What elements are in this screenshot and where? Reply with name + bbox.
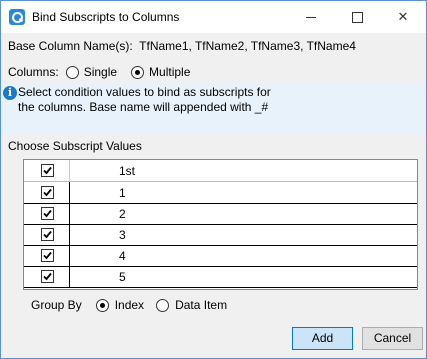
row-check-cell xyxy=(24,182,70,203)
maximize-icon xyxy=(351,12,363,24)
table-row[interactable]: 4 xyxy=(24,245,417,267)
group-by-row: Group By Index Data Item xyxy=(31,297,227,313)
info-banner: i Select condition values to bind as sub… xyxy=(1,84,426,134)
choose-subscript-label: Choose Subscript Values xyxy=(8,139,142,153)
columns-multiple-radio[interactable] xyxy=(131,65,145,79)
app-search-icon xyxy=(9,9,25,25)
group-by-index-label[interactable]: Index xyxy=(115,298,144,312)
subscript-grid: 1st 1 2 3 4 5 xyxy=(23,159,418,290)
columns-single-radio[interactable] xyxy=(65,65,79,79)
base-column-value: TfName1, TfName2, TfName3, TfName4 xyxy=(139,39,356,53)
group-by-label: Group By xyxy=(31,298,82,312)
close-icon: ✕ xyxy=(397,9,409,24)
row-check-cell xyxy=(24,224,70,245)
row-value: 2 xyxy=(119,207,126,221)
columns-multiple-label[interactable]: Multiple xyxy=(149,65,190,79)
row-checkbox[interactable] xyxy=(41,186,54,199)
info-icon: i xyxy=(3,86,17,100)
row-checkbox[interactable] xyxy=(41,228,54,241)
minimize-button[interactable] xyxy=(288,1,334,33)
row-checkbox[interactable] xyxy=(41,270,54,283)
add-button[interactable]: Add xyxy=(292,327,353,350)
close-button[interactable]: ✕ xyxy=(380,1,426,33)
row-checkbox[interactable] xyxy=(41,249,54,262)
window-title: Bind Subscripts to Columns xyxy=(32,10,180,24)
select-all-checkbox[interactable] xyxy=(41,164,54,177)
title-bar: Bind Subscripts to Columns ✕ xyxy=(1,1,426,33)
maximize-button[interactable] xyxy=(334,1,380,33)
row-checkbox[interactable] xyxy=(41,207,54,220)
columns-single-label[interactable]: Single xyxy=(84,65,117,79)
table-row[interactable]: 1 xyxy=(24,182,417,204)
row-check-cell xyxy=(24,203,70,224)
row-check-cell xyxy=(24,266,70,287)
table-row[interactable]: 2 xyxy=(24,203,417,225)
columns-label: Columns: xyxy=(8,65,59,79)
minimize-icon xyxy=(306,17,316,19)
row-value: 1 xyxy=(119,186,126,200)
row-value: 3 xyxy=(119,228,126,242)
row-value: 5 xyxy=(119,270,126,284)
group-by-data-item-radio[interactable] xyxy=(156,298,170,312)
columns-row: Columns: Single Multiple xyxy=(8,64,190,80)
group-by-data-item-label[interactable]: Data Item xyxy=(175,298,227,312)
header-check-cell xyxy=(24,160,70,181)
info-text: Select condition values to bind as subsc… xyxy=(18,85,271,114)
group-by-index-radio[interactable] xyxy=(95,298,109,312)
table-row[interactable]: 5 xyxy=(24,266,417,288)
base-column-row: Base Column Name(s): TfName1, TfName2, T… xyxy=(8,39,356,53)
row-check-cell xyxy=(24,245,70,266)
row-value: 4 xyxy=(119,249,126,263)
base-column-label: Base Column Name(s): xyxy=(8,39,133,53)
dialog-window: Bind Subscripts to Columns ✕ Base Column… xyxy=(0,0,427,359)
cancel-button[interactable]: Cancel xyxy=(362,327,423,350)
grid-header-label: 1st xyxy=(119,164,136,178)
grid-header-row: 1st xyxy=(24,160,417,182)
table-row[interactable]: 3 xyxy=(24,224,417,246)
